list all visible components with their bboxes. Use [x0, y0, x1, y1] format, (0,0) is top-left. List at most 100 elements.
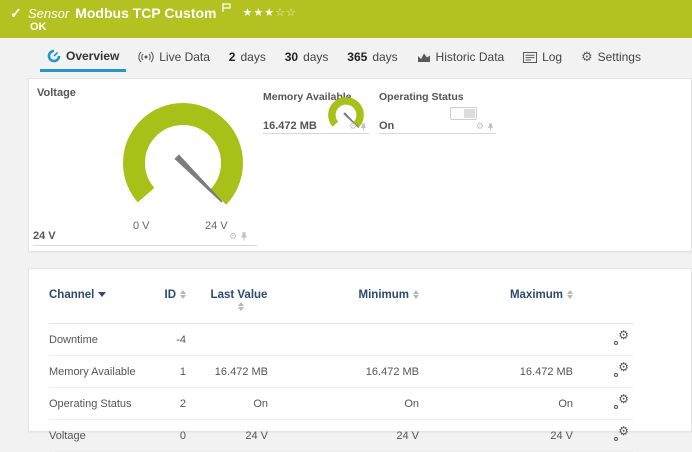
sensor-status-text: OK: [30, 21, 47, 33]
column-header-maximum-label: Maximum: [510, 289, 563, 301]
sort-icon: [238, 302, 244, 311]
channel-id-cell: 2: [149, 388, 186, 420]
channel-id-cell: -4: [149, 324, 186, 356]
gear-icon: ⚙: [618, 361, 629, 373]
operating-current-value: On: [379, 120, 394, 132]
tab-live-data[interactable]: Live Data: [131, 42, 217, 72]
gear-icon[interactable]: ⚙: [229, 233, 237, 242]
maximum-cell: 24 V: [419, 420, 573, 452]
channel-id-cell: 0: [149, 420, 186, 452]
channel-settings-icon[interactable]: ⚙: [613, 331, 629, 345]
stars-filled: ★★★: [243, 7, 276, 19]
maximum-cell: [419, 324, 573, 356]
last-value-cell: 16.472 MB: [186, 356, 268, 388]
memory-current-value: 16.472 MB: [263, 120, 317, 132]
voltage-gauge-title: Voltage: [37, 87, 76, 99]
channel-settings-icon[interactable]: ⚙: [613, 395, 629, 409]
channel-name-cell[interactable]: Downtime: [49, 324, 149, 356]
voltage-gauge: [117, 97, 249, 229]
gauge-icon: [47, 49, 61, 63]
switch-knob: [464, 109, 475, 118]
pin-icon[interactable]: [487, 123, 494, 132]
operating-status-actions: ⚙: [476, 123, 494, 132]
last-value-cell: [186, 324, 268, 356]
column-header-channel-label: Channel: [49, 289, 94, 301]
priority-stars[interactable]: ★★★☆☆: [243, 6, 297, 19]
sensor-status-banner: ✓ Sensor Modbus TCP Custom ★★★☆☆ OK: [0, 0, 692, 38]
tab-2-days-label: days: [240, 50, 265, 64]
tab-30-days-number: 30: [285, 50, 298, 64]
table-row[interactable]: Memory Available 1 16.472 MB 16.472 MB 1…: [49, 356, 633, 388]
channel-name-cell[interactable]: Voltage: [49, 420, 149, 452]
tab-2-days-number: 2: [229, 50, 236, 64]
column-header-minimum-label: Minimum: [359, 289, 409, 301]
gauge-needle: [174, 154, 222, 202]
tab-settings[interactable]: ⚙ Settings: [574, 42, 648, 72]
column-header-channel[interactable]: Channel: [49, 281, 149, 324]
tab-365-days-label: days: [372, 50, 397, 64]
pin-icon[interactable]: [240, 232, 248, 242]
column-header-id[interactable]: ID: [149, 281, 186, 324]
tab-log-label: Log: [542, 50, 562, 64]
gear-icon: ⚙: [618, 425, 629, 437]
sensor-title: Modbus TCP Custom: [75, 5, 216, 21]
live-signal-icon: [138, 51, 154, 63]
tab-live-data-label: Live Data: [159, 50, 210, 64]
table-row[interactable]: Downtime -4 ⚙: [49, 324, 633, 356]
channel-id-cell: 1: [149, 356, 186, 388]
gear-icon: ⚙: [618, 393, 629, 405]
voltage-gauge-actions: ⚙: [229, 232, 248, 242]
tab-30-days[interactable]: 30 days: [278, 42, 336, 72]
channel-name-cell[interactable]: Memory Available: [49, 356, 149, 388]
voltage-value-underline: [33, 229, 257, 246]
column-header-last-value[interactable]: Last Value: [186, 281, 268, 324]
channel-table: Channel ID Last Value Minimum Maximum Do…: [49, 281, 633, 452]
channel-name-cell[interactable]: Operating Status: [49, 388, 149, 420]
column-header-id-label: ID: [165, 289, 177, 301]
minimum-cell: 24 V: [268, 420, 419, 452]
operating-status-panel: Operating Status On ⚙: [379, 91, 496, 139]
minimum-cell: On: [268, 388, 419, 420]
flag-icon[interactable]: [222, 3, 231, 15]
column-header-minimum[interactable]: Minimum: [268, 281, 419, 324]
gear-icon: ⚙: [581, 51, 593, 64]
channel-settings-icon[interactable]: ⚙: [613, 427, 629, 441]
sort-icon: [180, 290, 186, 299]
memory-available-gauge-panel: Memory Available 16.472 MB ⚙: [263, 91, 369, 139]
memory-gauge-actions: ⚙: [349, 123, 367, 132]
column-header-maximum[interactable]: Maximum: [419, 281, 573, 324]
tab-365-days[interactable]: 365 days: [340, 42, 404, 72]
minimum-cell: [268, 324, 419, 356]
table-row[interactable]: Voltage 0 24 V 24 V 24 V ⚙: [49, 420, 633, 452]
overview-gauges-panel: Voltage 0 V 24 V 24 V ⚙ Memory Available…: [28, 78, 692, 252]
operating-status-title: Operating Status: [379, 91, 464, 103]
gear-icon[interactable]: ⚙: [476, 123, 484, 132]
stars-empty: ☆☆: [275, 7, 297, 19]
maximum-cell: On: [419, 388, 573, 420]
pin-icon[interactable]: [360, 123, 367, 132]
tab-log[interactable]: Log: [516, 42, 569, 72]
column-header-actions: [573, 281, 633, 324]
last-value-cell: 24 V: [186, 420, 268, 452]
channel-table-panel: Channel ID Last Value Minimum Maximum Do…: [28, 268, 692, 432]
tab-overview-label: Overview: [66, 49, 119, 63]
ok-check-icon: ✓: [10, 5, 22, 22]
gear-icon: ⚙: [618, 329, 629, 341]
tab-bar: Overview Live Data 2 days 30 days 365 da…: [0, 38, 692, 76]
tab-365-days-number: 365: [347, 50, 367, 64]
gear-dot: [614, 405, 618, 409]
last-value-cell: On: [186, 388, 268, 420]
table-row[interactable]: Operating Status 2 On On On ⚙: [49, 388, 633, 420]
minimum-cell: 16.472 MB: [268, 356, 419, 388]
sort-icon: [567, 290, 573, 299]
tab-overview[interactable]: Overview: [40, 42, 126, 72]
gear-dot: [614, 373, 618, 377]
gear-icon[interactable]: ⚙: [349, 123, 357, 132]
tab-historic-data[interactable]: Historic Data: [410, 42, 512, 72]
channel-settings-icon[interactable]: ⚙: [613, 363, 629, 377]
voltage-current-value: 24 V: [33, 230, 56, 242]
tab-30-days-label: days: [303, 50, 328, 64]
gear-dot: [614, 437, 618, 441]
area-chart-icon: [417, 51, 431, 63]
tab-2-days[interactable]: 2 days: [222, 42, 273, 72]
